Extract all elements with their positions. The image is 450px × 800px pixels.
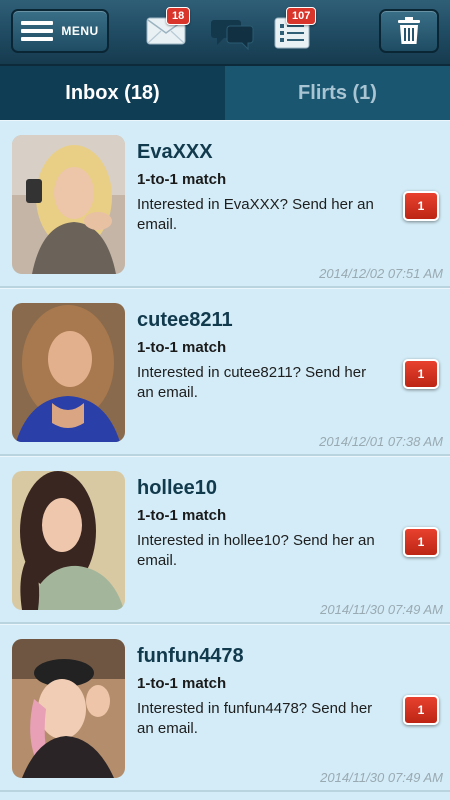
- unread-count-button[interactable]: 1: [403, 695, 439, 725]
- chat-icon[interactable]: [210, 16, 256, 50]
- delete-button[interactable]: [379, 9, 439, 53]
- timestamp: 2014/12/02 07:51 AM: [319, 266, 443, 281]
- unread-count-button[interactable]: 1: [403, 191, 439, 221]
- unread-count-button[interactable]: 1: [403, 359, 439, 389]
- list-count-badge: 107: [286, 7, 317, 25]
- avatar[interactable]: [12, 303, 125, 442]
- tab-flirts[interactable]: Flirts (1): [225, 66, 450, 120]
- tab-inbox[interactable]: Inbox (18): [0, 66, 225, 120]
- menu-label: MENU: [61, 24, 99, 38]
- mail-count-badge: 18: [166, 7, 191, 25]
- message-preview: Interested in funfun4478? Send her an em…: [137, 700, 373, 737]
- sender-name: hollee10: [137, 477, 218, 499]
- tab-bar: Inbox (18) Flirts (1): [0, 66, 450, 120]
- message-item[interactable]: funfun4478 1-to-1 match Interested in fu…: [0, 624, 450, 792]
- avatar[interactable]: [12, 135, 125, 274]
- menu-button[interactable]: MENU: [11, 9, 109, 53]
- match-type: 1-to-1 match: [137, 507, 227, 524]
- sender-name: funfun4478: [137, 645, 244, 667]
- message-item[interactable]: EvaXXX 1-to-1 match Interested in EvaXXX…: [0, 120, 450, 288]
- match-type: 1-to-1 match: [137, 171, 227, 188]
- message-item[interactable]: hollee10 1-to-1 match Interested in holl…: [0, 456, 450, 624]
- unread-count-button[interactable]: 1: [403, 527, 439, 557]
- match-type: 1-to-1 match: [137, 675, 227, 692]
- avatar[interactable]: [12, 639, 125, 778]
- hamburger-icon: [21, 21, 54, 41]
- message-preview: Interested in EvaXXX? Send her an email.: [137, 196, 374, 233]
- sender-name: cutee8211: [137, 309, 233, 331]
- match-type: 1-to-1 match: [137, 339, 227, 356]
- message-list: EvaXXX 1-to-1 match Interested in EvaXXX…: [0, 120, 450, 792]
- message-preview: Interested in hollee10? Send her an emai…: [137, 532, 375, 569]
- timestamp: 2014/11/30 07:49 AM: [320, 770, 443, 785]
- timestamp: 2014/12/01 07:38 AM: [319, 434, 443, 449]
- message-item[interactable]: cutee8211 1-to-1 match Interested in cut…: [0, 288, 450, 456]
- sender-name: EvaXXX: [137, 141, 213, 163]
- top-bar: MENU 18 107: [0, 0, 450, 66]
- trash-icon: [398, 17, 420, 44]
- timestamp: 2014/11/30 07:49 AM: [320, 602, 443, 617]
- message-preview: Interested in cutee8211? Send her an ema…: [137, 364, 367, 401]
- avatar[interactable]: [12, 471, 125, 610]
